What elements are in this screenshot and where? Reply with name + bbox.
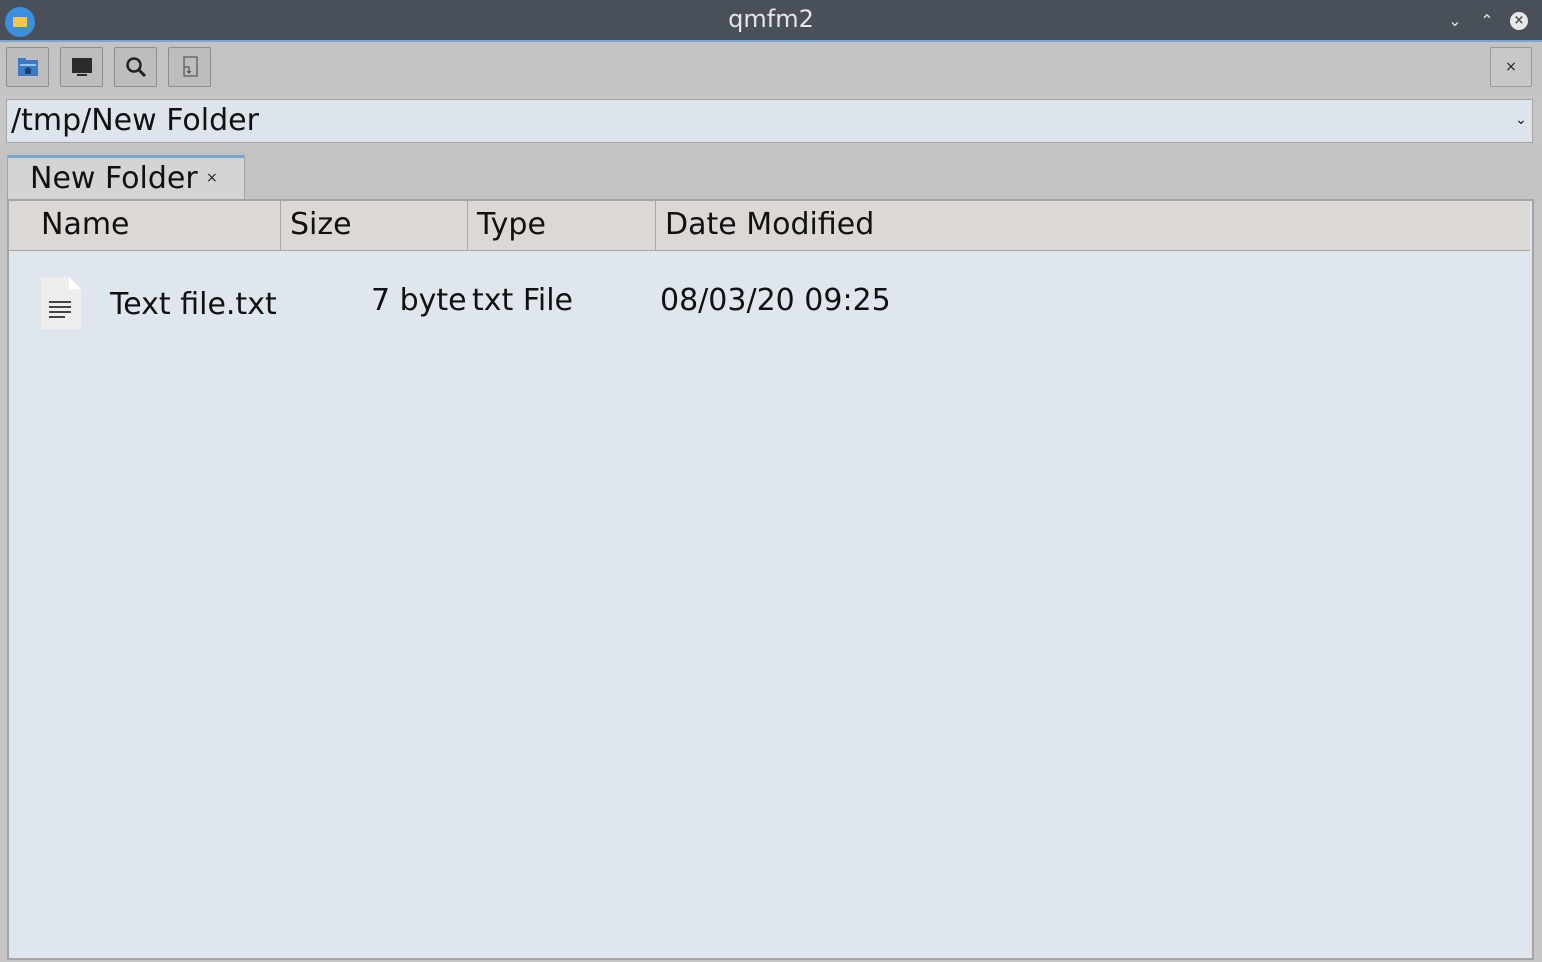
maximize-button[interactable]: ⌃ <box>1476 10 1498 32</box>
path-combobox[interactable]: /tmp/New Folder ⌄ <box>6 99 1533 143</box>
column-name[interactable]: Name <box>9 201 281 250</box>
tab-close-icon[interactable]: × <box>206 170 218 186</box>
column-header: Name Size Type Date Modified <box>9 201 1530 251</box>
search-icon <box>125 57 146 78</box>
file-type: txt File <box>472 283 574 318</box>
chevron-down-icon[interactable]: ⌄ <box>1512 112 1530 132</box>
table-row[interactable]: Text file.txt 7 byte txt File 08/03/20 0… <box>9 261 1530 341</box>
search-button[interactable] <box>114 47 157 87</box>
window-close-button[interactable]: × <box>1510 12 1528 30</box>
toolbar: × <box>0 42 1542 96</box>
file-date-modified: 08/03/20 09:25 <box>660 283 891 318</box>
file-list[interactable]: Name Size Type Date Modified Text file.t… <box>7 199 1534 960</box>
open-with-button[interactable] <box>168 47 211 87</box>
column-date-modified[interactable]: Date Modified <box>656 201 1530 250</box>
open-with-icon <box>182 56 198 77</box>
app-window: qmfm2 ⌄ ⌃ × × /tmp/New Folder ⌄ New Fold… <box>0 0 1542 962</box>
column-type[interactable]: Type <box>468 201 656 250</box>
window-title: qmfm2 <box>728 5 814 33</box>
close-pane-button[interactable]: × <box>1490 47 1532 87</box>
column-size[interactable]: Size <box>281 201 468 250</box>
file-name[interactable]: Text file.txt <box>110 287 277 322</box>
terminal-button[interactable] <box>60 47 103 87</box>
tab-bar: New Folder × <box>0 145 1542 199</box>
tab-new-folder[interactable]: New Folder × <box>7 155 245 199</box>
file-size: 7 byte <box>371 283 467 318</box>
minimize-button[interactable]: ⌄ <box>1444 10 1466 32</box>
terminal-icon <box>71 58 92 76</box>
title-bar[interactable]: qmfm2 ⌄ ⌃ × <box>0 0 1542 42</box>
home-folder-icon <box>17 58 38 76</box>
path-input[interactable]: /tmp/New Folder <box>11 103 259 138</box>
tab-label: New Folder <box>30 161 198 196</box>
home-folder-button[interactable] <box>6 47 49 87</box>
text-file-icon <box>41 277 81 329</box>
